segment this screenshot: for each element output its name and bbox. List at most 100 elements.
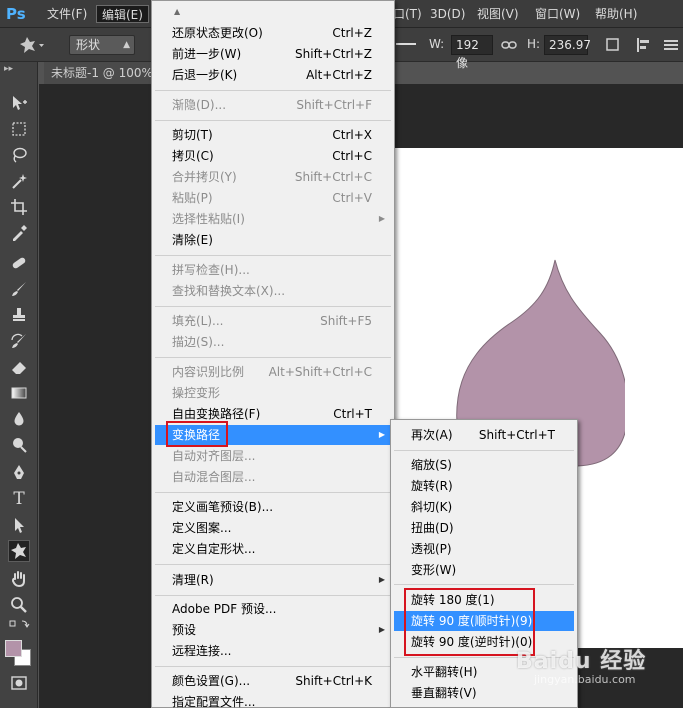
menu-item-fill[interactable]: 填充(L)... Shift+F5 xyxy=(155,311,391,331)
tool-mode-select[interactable]: 形状 ▲ xyxy=(69,35,135,55)
menu-window[interactable]: 窗口(W) xyxy=(530,5,585,23)
watermark-url: jingyan.baidu.com xyxy=(534,673,636,686)
submenu-arrow-icon: ▶ xyxy=(378,214,385,223)
menu-item-step-forward[interactable]: 前进一步(W) Shift+Ctrl+Z xyxy=(155,44,391,64)
menu-separator xyxy=(394,584,574,585)
menu-item-content-aware-scale[interactable]: 内容识别比例 Alt+Shift+Ctrl+C xyxy=(155,362,391,382)
menu-edit[interactable]: 编辑(E) xyxy=(96,5,149,23)
menu-item-perspective[interactable]: 透视(P) xyxy=(394,539,574,559)
menu-item-scale[interactable]: 缩放(S) xyxy=(394,455,574,475)
menu-item-define-brush-preset[interactable]: 定义画笔预设(B)... xyxy=(155,497,391,517)
menu-item-paste-special[interactable]: 选择性粘贴(I) ▶ xyxy=(155,209,391,229)
eraser-tool-icon[interactable] xyxy=(8,356,30,378)
submenu-arrow-icon: ▶ xyxy=(378,430,385,439)
gradient-tool-icon[interactable] xyxy=(8,382,30,404)
swap-colors-icon[interactable] xyxy=(8,618,30,632)
menu-item-adobe-pdf-presets[interactable]: Adobe PDF 预设... xyxy=(155,599,391,619)
pen-tool-icon[interactable] xyxy=(8,462,30,484)
menu-3d[interactable]: 3D(D) xyxy=(425,5,470,23)
width-field[interactable]: 192 像 xyxy=(451,35,493,70)
type-tool-icon[interactable]: T xyxy=(8,488,30,510)
submenu-arrow-icon: ▶ xyxy=(378,625,385,634)
menu-separator xyxy=(155,492,391,493)
menu-help[interactable]: 帮助(H) xyxy=(590,5,642,23)
menu-separator xyxy=(155,564,391,565)
eyedropper-tool-icon[interactable] xyxy=(8,222,30,244)
menu-item-puppet-warp[interactable]: 操控变形 xyxy=(155,383,391,403)
menu-item-stroke[interactable]: 描边(S)... xyxy=(155,332,391,352)
zoom-tool-icon[interactable] xyxy=(8,594,30,616)
dodge-tool-icon[interactable] xyxy=(8,434,30,456)
menu-item-purge[interactable]: 清理(R) ▶ xyxy=(155,570,391,590)
menu-item-auto-align-layers[interactable]: 自动对齐图层... xyxy=(155,446,391,466)
marquee-tool-icon[interactable] xyxy=(8,118,30,140)
clone-stamp-tool-icon[interactable] xyxy=(8,304,30,326)
crop-tool-icon[interactable] xyxy=(8,196,30,218)
menu-separator xyxy=(155,666,391,667)
lasso-tool-icon[interactable] xyxy=(8,144,30,166)
menu-item-cut[interactable]: 剪切(T) Ctrl+X xyxy=(155,125,391,145)
menu-item-color-settings[interactable]: 颜色设置(G)... Shift+Ctrl+K xyxy=(155,671,391,691)
menu-item-skew[interactable]: 斜切(K) xyxy=(394,497,574,517)
menu-item-warp[interactable]: 变形(W) xyxy=(394,560,574,580)
path-selection-tool-icon[interactable] xyxy=(8,514,30,536)
healing-brush-tool-icon[interactable] xyxy=(8,252,30,274)
tool-mode-value: 形状 xyxy=(76,38,101,52)
menu-item-presets[interactable]: 预设 ▶ xyxy=(155,620,391,640)
menu-item-remote-connections[interactable]: 远程连接... xyxy=(155,641,391,661)
menu-item-clear[interactable]: 清除(E) xyxy=(155,230,391,250)
menu-file[interactable]: 文件(F) xyxy=(42,5,92,23)
select-arrows-icon: ▲ xyxy=(123,40,130,50)
photoshop-logo: Ps xyxy=(6,5,26,23)
foreground-color-swatch[interactable] xyxy=(5,640,22,657)
stroke-type-preview[interactable] xyxy=(396,43,416,45)
path-operations-icon[interactable] xyxy=(604,36,622,54)
menu-view[interactable]: 视图(V) xyxy=(472,5,524,23)
menu-item-find-replace[interactable]: 查找和替换文本(X)... xyxy=(155,281,391,301)
baidu-watermark: Baidu 经验 jingyan.baidu.com xyxy=(516,643,676,689)
path-alignment-icon[interactable] xyxy=(634,36,652,54)
menu-item-rotate[interactable]: 旋转(R) xyxy=(394,476,574,496)
menu-separator xyxy=(155,255,391,256)
height-field[interactable]: 236.97 xyxy=(544,35,591,55)
highlight-box-transform-path xyxy=(166,421,228,447)
edit-menu: ▲ 还原状态更改(O) Ctrl+Z 前进一步(W) Shift+Ctrl+Z 后退… xyxy=(151,0,395,708)
collapse-panel-icon[interactable]: ▸▸ xyxy=(4,64,13,74)
menu-separator xyxy=(155,595,391,596)
menu-item-define-pattern[interactable]: 定义图案... xyxy=(155,518,391,538)
menu-separator xyxy=(394,450,574,451)
menu-item-check-spelling[interactable]: 拼写检查(H)... xyxy=(155,260,391,280)
menu-separator xyxy=(155,357,391,358)
brush-tool-icon[interactable] xyxy=(8,278,30,300)
menu-item-assign-profile[interactable]: 指定配置文件... xyxy=(155,692,391,708)
menu-item-undo[interactable]: 还原状态更改(O) Ctrl+Z xyxy=(155,23,391,43)
history-brush-tool-icon[interactable] xyxy=(8,330,30,352)
blur-tool-icon[interactable] xyxy=(8,408,30,430)
menu-item-again[interactable]: 再次(A) Shift+Ctrl+T xyxy=(394,425,574,445)
link-icon[interactable] xyxy=(501,39,517,51)
tools-panel: ▸▸ T xyxy=(0,62,38,708)
menu-item-auto-blend-layers[interactable]: 自动混合图层... xyxy=(155,467,391,487)
menu-separator xyxy=(155,90,391,91)
width-label: W: xyxy=(429,37,445,51)
menu-separator xyxy=(155,306,391,307)
magic-wand-tool-icon[interactable] xyxy=(8,170,30,192)
menu-item-step-backward[interactable]: 后退一步(K) Alt+Ctrl+Z xyxy=(155,65,391,85)
custom-shape-tool-preset-icon[interactable] xyxy=(18,35,46,55)
path-arrangement-icon[interactable] xyxy=(662,36,680,54)
submenu-arrow-icon: ▶ xyxy=(378,575,385,584)
hand-tool-icon[interactable] xyxy=(8,568,30,590)
move-tool-icon[interactable] xyxy=(8,92,30,114)
custom-shape-tool-icon[interactable] xyxy=(8,540,30,562)
menu-item-paste[interactable]: 粘贴(P) Ctrl+V xyxy=(155,188,391,208)
menu-item-copy[interactable]: 拷贝(C) Ctrl+C xyxy=(155,146,391,166)
menu-item-copy-merged[interactable]: 合并拷贝(Y) Shift+Ctrl+C xyxy=(155,167,391,187)
menu-item-distort[interactable]: 扭曲(D) xyxy=(394,518,574,538)
quick-mask-icon[interactable] xyxy=(8,672,30,694)
menu-item-fade[interactable]: 渐隐(D)... Shift+Ctrl+F xyxy=(155,95,391,115)
watermark-title: Baidu 经验 xyxy=(516,649,647,674)
menu-scroll-up-icon[interactable]: ▲ xyxy=(152,1,394,23)
menu-item-define-custom-shape[interactable]: 定义自定形状... xyxy=(155,539,391,559)
document-tab[interactable]: 未标题-1 @ 100% xyxy=(44,62,154,84)
height-label: H: xyxy=(527,37,541,51)
